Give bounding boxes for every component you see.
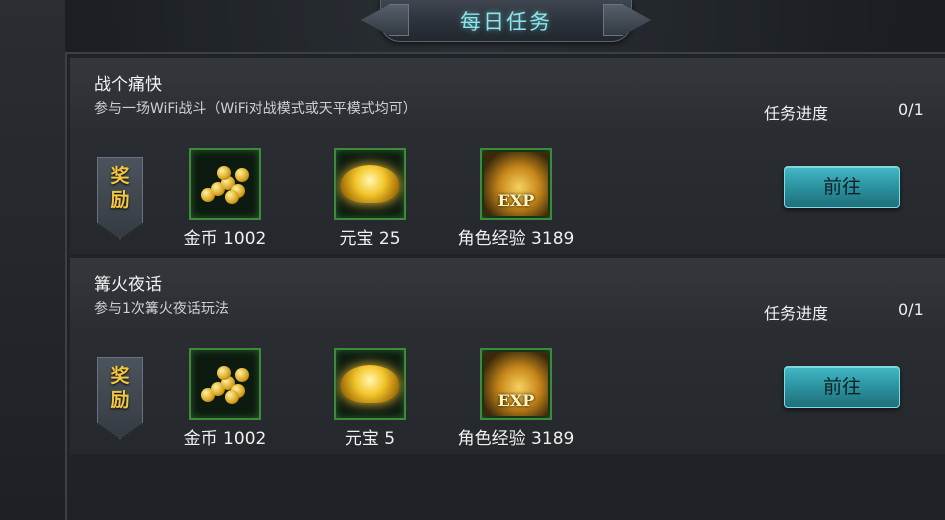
- gold-ingot-icon[interactable]: [334, 148, 406, 220]
- reward-name: 金币 1002: [183, 429, 267, 449]
- task-card: 篝火夜话 参与1次篝火夜话玩法 任务进度 0/1 奖 励 金币 1002 元宝 …: [70, 258, 945, 454]
- task-rewards-row: 奖 励 金币 1002 元宝 25 EXP 角色经验 3189 前往: [70, 124, 945, 254]
- header-plate: 每日任务: [380, 0, 632, 42]
- progress-label: 任务进度: [764, 304, 829, 323]
- task-description: 参与1次篝火夜话玩法: [94, 301, 229, 317]
- left-frame: [0, 0, 65, 520]
- progress-value: 0/1: [898, 300, 924, 319]
- task-title: 篝火夜话: [94, 275, 162, 295]
- reward-name: 元宝 25: [339, 229, 401, 249]
- task-rewards-row: 奖 励 金币 1002 元宝 5 EXP 角色经验 3189 前往: [70, 324, 945, 454]
- reward-label-top: 奖: [110, 165, 130, 187]
- task-description: 参与一场WiFi战斗（WiFi对战模式或天平模式均可）: [94, 101, 417, 117]
- reward-name: 金币 1002: [183, 229, 267, 249]
- gold-coins-icon[interactable]: [189, 148, 261, 220]
- reward-label-top: 奖: [110, 365, 130, 387]
- reward-name: 角色经验 3189: [457, 429, 575, 449]
- reward-banner: 奖 励: [97, 357, 143, 439]
- reward-label-bottom: 励: [110, 189, 130, 211]
- task-list-panel: 战个痛快 参与一场WiFi战斗（WiFi对战模式或天平模式均可） 任务进度 0/…: [65, 52, 945, 520]
- exp-icon-text: EXP: [497, 391, 535, 410]
- reward-name: 元宝 5: [344, 429, 396, 449]
- task-header: 篝火夜话 参与1次篝火夜话玩法 任务进度 0/1: [70, 258, 945, 324]
- progress-value: 0/1: [898, 100, 924, 119]
- task-card: 战个痛快 参与一场WiFi战斗（WiFi对战模式或天平模式均可） 任务进度 0/…: [70, 58, 945, 254]
- reward-banner: 奖 励: [97, 157, 143, 239]
- reward-name: 角色经验 3189: [457, 229, 575, 249]
- go-button[interactable]: 前往: [784, 166, 900, 208]
- go-button[interactable]: 前往: [784, 366, 900, 408]
- progress-label: 任务进度: [764, 104, 829, 123]
- page-title: 每日任务: [460, 10, 552, 34]
- gold-ingot-icon[interactable]: [334, 348, 406, 420]
- exp-icon-text: EXP: [497, 191, 535, 210]
- exp-icon[interactable]: EXP: [480, 348, 552, 420]
- gold-coins-icon[interactable]: [189, 348, 261, 420]
- task-header: 战个痛快 参与一场WiFi战斗（WiFi对战模式或天平模式均可） 任务进度 0/…: [70, 58, 945, 124]
- task-title: 战个痛快: [94, 75, 162, 95]
- exp-icon[interactable]: EXP: [480, 148, 552, 220]
- reward-label-bottom: 励: [110, 389, 130, 411]
